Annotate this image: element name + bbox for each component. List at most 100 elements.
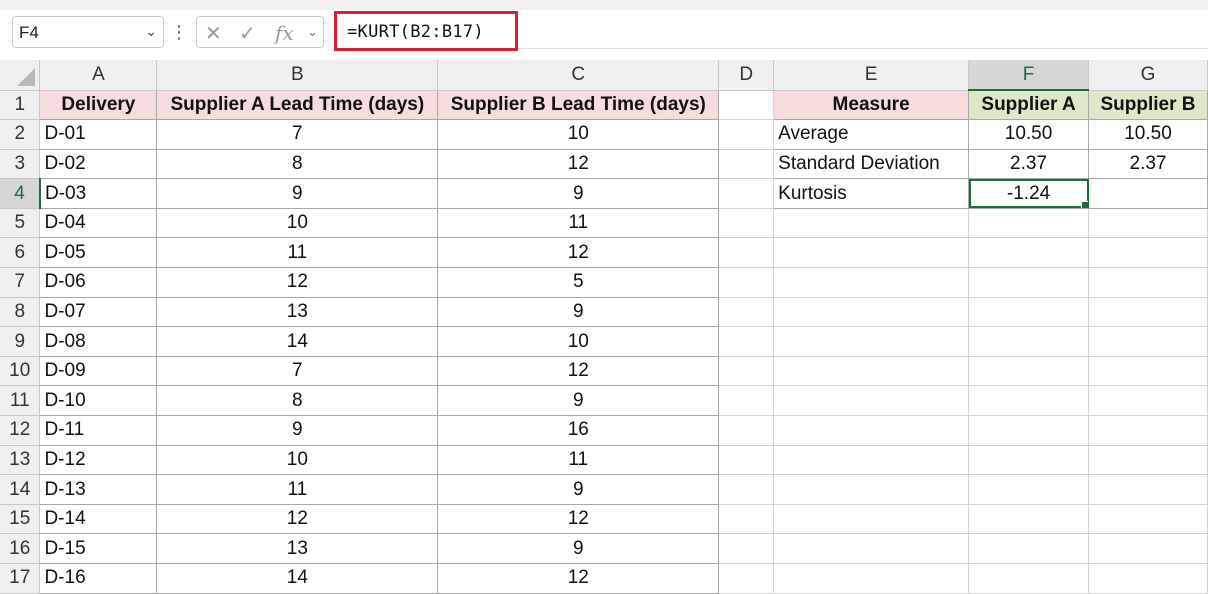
empty-cell[interactable] xyxy=(968,296,1090,328)
table-cell[interactable]: 9 xyxy=(437,474,720,505)
table-cell[interactable]: D-02 xyxy=(39,148,158,180)
table-cell[interactable]: D-03 xyxy=(39,178,158,209)
empty-cell[interactable] xyxy=(773,563,970,594)
empty-cell[interactable] xyxy=(718,385,775,417)
table-cell[interactable]: 10 xyxy=(156,444,439,476)
empty-cell[interactable] xyxy=(968,355,1090,387)
empty-cell[interactable] xyxy=(968,444,1090,476)
table-cell[interactable]: 12 xyxy=(437,503,720,535)
summary-cell[interactable]: 10.50 xyxy=(1088,119,1208,150)
table-cell[interactable]: 16 xyxy=(437,415,720,446)
table-cell[interactable]: 12 xyxy=(156,267,439,298)
summary-header-cell[interactable]: Supplier B xyxy=(1088,89,1208,121)
table-cell[interactable]: 12 xyxy=(156,503,439,535)
row-header[interactable]: 2 xyxy=(0,119,41,150)
row-header[interactable]: 12 xyxy=(0,415,41,446)
empty-cell[interactable] xyxy=(968,503,1090,535)
empty-cell[interactable] xyxy=(968,533,1090,564)
table-cell[interactable]: 13 xyxy=(156,296,439,328)
empty-cell[interactable] xyxy=(718,89,775,121)
empty-cell[interactable] xyxy=(1088,326,1208,357)
table-cell[interactable]: D-06 xyxy=(39,267,158,298)
table-cell[interactable]: D-08 xyxy=(39,326,158,357)
table-cell[interactable]: D-13 xyxy=(39,474,158,505)
empty-cell[interactable] xyxy=(773,503,970,535)
table-cell[interactable]: 9 xyxy=(437,178,720,209)
table-cell[interactable]: D-16 xyxy=(39,563,158,594)
chevron-down-icon[interactable]: ⌄ xyxy=(145,23,157,40)
table-cell[interactable]: D-07 xyxy=(39,296,158,328)
summary-cell[interactable]: Standard Deviation xyxy=(773,148,970,180)
summary-cell[interactable] xyxy=(1088,178,1208,209)
empty-cell[interactable] xyxy=(968,237,1090,269)
check-icon[interactable]: ✓ xyxy=(239,21,256,46)
fill-handle[interactable] xyxy=(1081,200,1088,208)
table-cell[interactable]: 11 xyxy=(156,237,439,269)
row-header[interactable]: 6 xyxy=(0,237,41,269)
empty-cell[interactable] xyxy=(1088,296,1208,328)
table-header-cell[interactable]: Supplier A Lead Time (days) xyxy=(156,89,439,121)
empty-cell[interactable] xyxy=(718,267,775,298)
table-cell[interactable]: 8 xyxy=(156,148,439,180)
table-cell[interactable]: 9 xyxy=(437,385,720,417)
table-cell[interactable]: 10 xyxy=(156,207,439,239)
column-header-c[interactable]: C xyxy=(437,60,720,91)
empty-cell[interactable] xyxy=(718,503,775,535)
empty-cell[interactable] xyxy=(1088,563,1208,594)
table-cell[interactable]: D-05 xyxy=(39,237,158,269)
summary-cell[interactable]: 2.37 xyxy=(1088,148,1208,180)
empty-cell[interactable] xyxy=(718,415,775,446)
row-header[interactable]: 1 xyxy=(0,90,41,121)
summary-cell[interactable]: Kurtosis xyxy=(773,178,970,209)
empty-cell[interactable] xyxy=(773,207,970,239)
empty-cell[interactable] xyxy=(968,207,1090,239)
table-cell[interactable]: 10 xyxy=(437,119,720,150)
table-cell[interactable]: 7 xyxy=(156,355,439,387)
row-header[interactable]: 16 xyxy=(0,533,41,564)
table-cell[interactable]: 12 xyxy=(437,355,720,387)
empty-cell[interactable] xyxy=(718,119,775,150)
empty-cell[interactable] xyxy=(968,474,1090,505)
table-header-cell[interactable]: Delivery xyxy=(39,89,158,121)
empty-cell[interactable] xyxy=(718,474,775,505)
empty-cell[interactable] xyxy=(968,563,1090,594)
empty-cell[interactable] xyxy=(1088,385,1208,417)
row-header[interactable]: 10 xyxy=(0,356,41,387)
empty-cell[interactable] xyxy=(773,326,970,357)
row-header[interactable]: 13 xyxy=(0,445,41,476)
empty-cell[interactable] xyxy=(718,355,775,387)
empty-cell[interactable] xyxy=(718,444,775,476)
table-cell[interactable]: 5 xyxy=(437,267,720,298)
empty-cell[interactable] xyxy=(968,385,1090,417)
table-cell[interactable]: D-10 xyxy=(39,385,158,417)
empty-cell[interactable] xyxy=(718,178,775,209)
summary-header-cell[interactable]: Supplier A xyxy=(968,89,1090,121)
empty-cell[interactable] xyxy=(773,237,970,269)
table-cell[interactable]: 12 xyxy=(437,148,720,180)
empty-cell[interactable] xyxy=(1088,503,1208,535)
more-options-icon[interactable]: ⋮ xyxy=(170,19,188,47)
empty-cell[interactable] xyxy=(968,415,1090,446)
empty-cell[interactable] xyxy=(1088,267,1208,298)
table-cell[interactable]: 7 xyxy=(156,119,439,150)
empty-cell[interactable] xyxy=(773,533,970,564)
chevron-down-icon[interactable]: ⌄ xyxy=(307,24,318,40)
empty-cell[interactable] xyxy=(1088,533,1208,564)
empty-cell[interactable] xyxy=(1088,207,1208,239)
empty-cell[interactable] xyxy=(773,385,970,417)
empty-cell[interactable] xyxy=(718,533,775,564)
table-cell[interactable]: 9 xyxy=(437,533,720,564)
table-cell[interactable]: D-11 xyxy=(39,415,158,446)
table-cell[interactable]: 9 xyxy=(156,178,439,209)
table-cell[interactable]: D-15 xyxy=(39,533,158,564)
table-cell[interactable]: 11 xyxy=(437,207,720,239)
formula-input[interactable]: =KURT(B2:B17) xyxy=(334,11,518,51)
summary-cell[interactable]: 2.37 xyxy=(968,148,1090,180)
row-header[interactable]: 8 xyxy=(0,297,41,328)
row-header[interactable]: 17 xyxy=(0,563,41,594)
empty-cell[interactable] xyxy=(718,563,775,594)
table-header-cell[interactable]: Supplier B Lead Time (days) xyxy=(437,89,720,121)
row-header[interactable]: 7 xyxy=(0,267,41,298)
empty-cell[interactable] xyxy=(968,326,1090,357)
table-cell[interactable]: 11 xyxy=(437,444,720,476)
